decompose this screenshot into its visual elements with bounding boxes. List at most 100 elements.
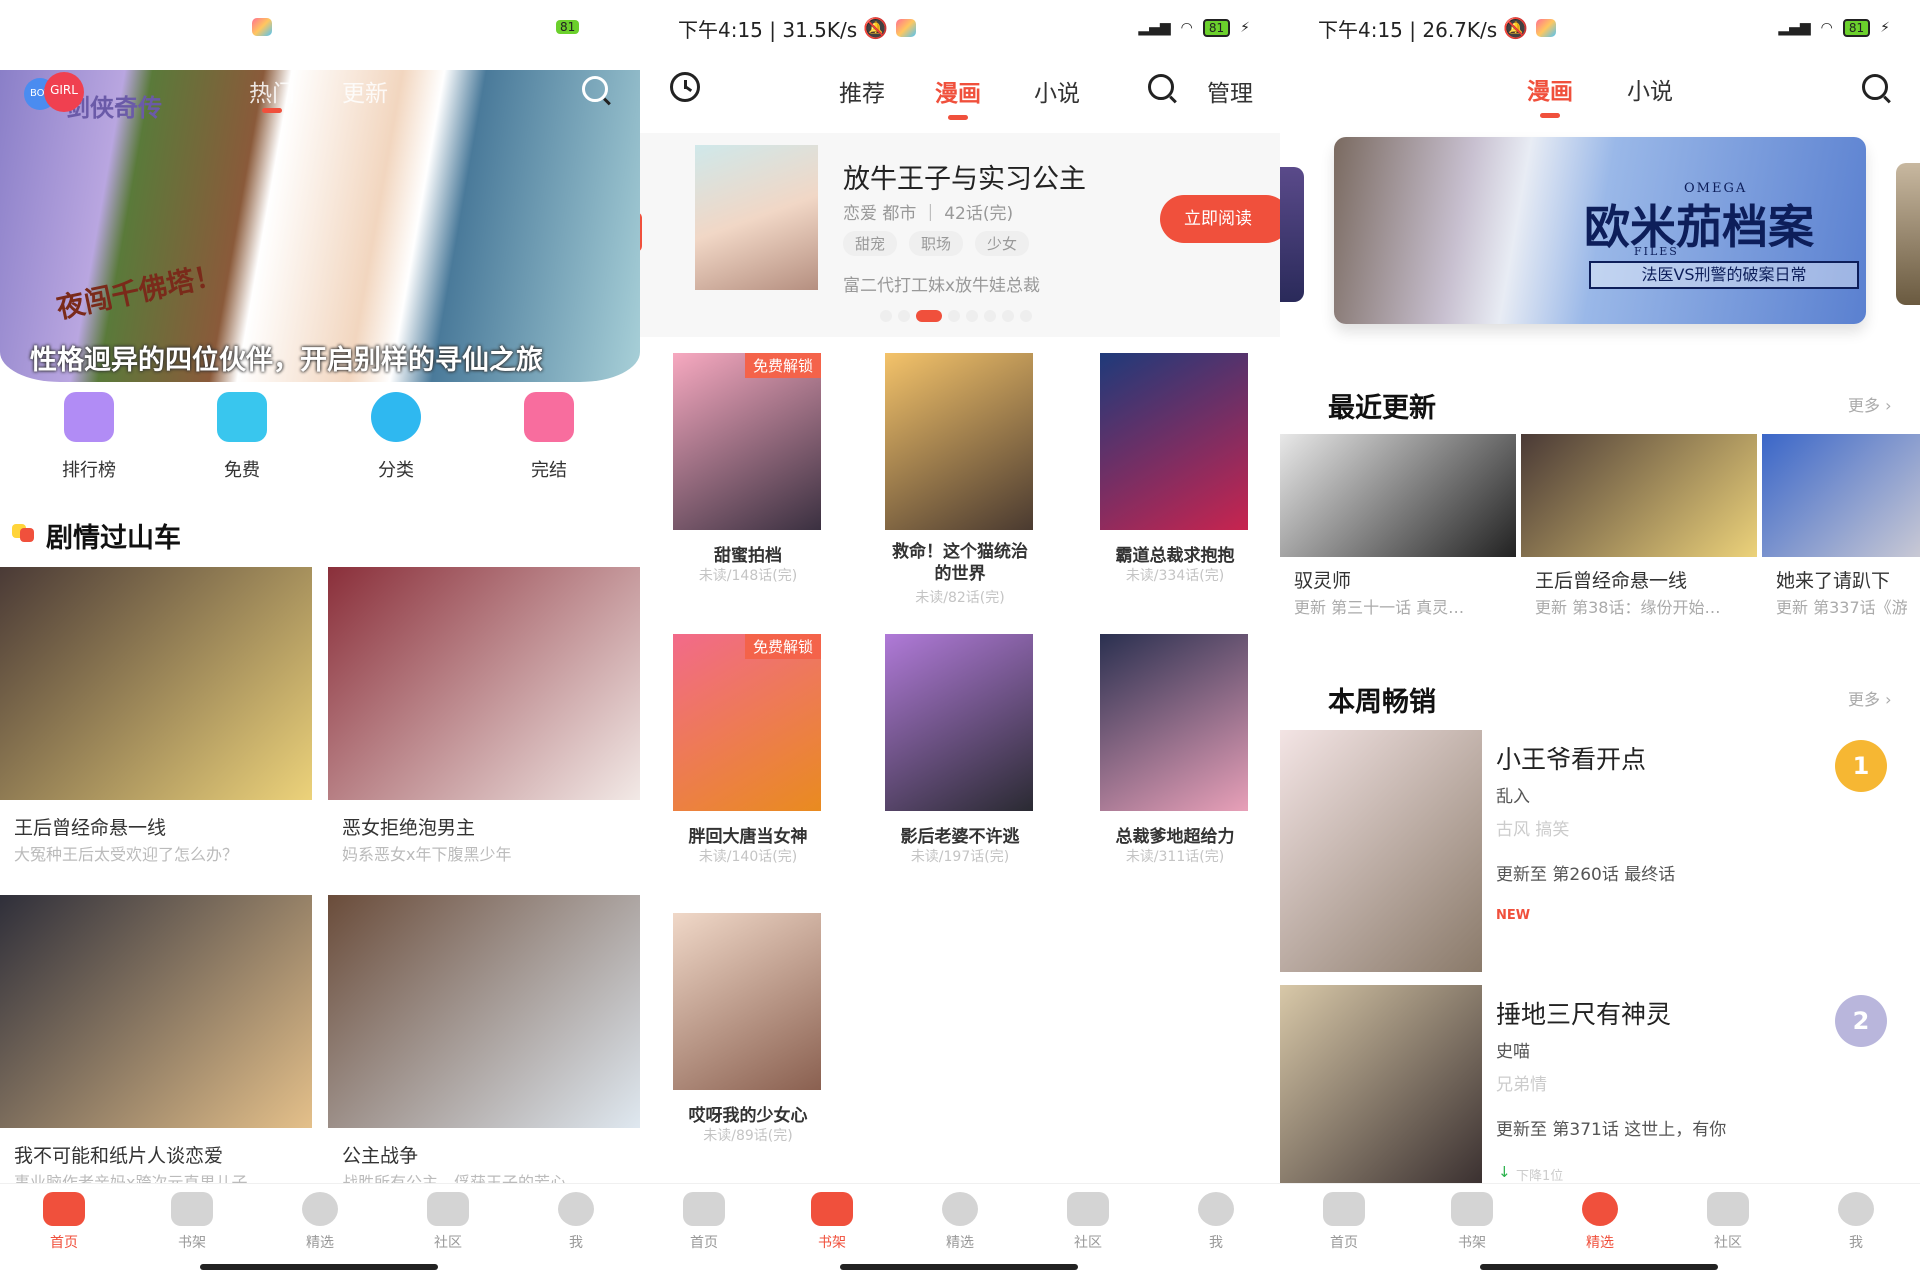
- planet-icon: [302, 1192, 338, 1226]
- bookshelf-icon: [811, 1192, 853, 1226]
- nav-label: 社区: [1714, 1235, 1742, 1251]
- featured-tag[interactable]: 甜宠: [843, 231, 898, 256]
- shelf-item[interactable]: 救命！这个猫统治的世界 未读/82话(完): [875, 353, 1045, 613]
- story-card[interactable]: 我不可能和纸片人谈恋爱事业脑作者亲妈x跨次元直男儿子: [0, 895, 312, 1192]
- story-cover[interactable]: [328, 567, 640, 800]
- nav-item-planet[interactable]: 精选: [1560, 1192, 1640, 1252]
- carousel-dot[interactable]: [1002, 310, 1014, 322]
- bestseller-cover[interactable]: [1280, 730, 1482, 972]
- girl-badge[interactable]: GIRL: [44, 72, 84, 112]
- nav-item-bookshelf[interactable]: 书架: [792, 1192, 872, 1252]
- tab-comics[interactable]: 漫画: [1527, 72, 1573, 118]
- home-indicator[interactable]: [200, 1264, 438, 1270]
- nav-item-cat-face[interactable]: 我: [1816, 1192, 1896, 1252]
- shelf-cover[interactable]: [1100, 634, 1248, 811]
- recent-card[interactable]: 驭灵师 更新 第三十一话 真灵…: [1280, 434, 1516, 624]
- home-star-icon: [683, 1192, 725, 1226]
- shelf-item[interactable]: 霸道总裁求抱抱 未读/334话(完): [1090, 353, 1260, 613]
- carousel-dot[interactable]: [898, 310, 910, 322]
- recent-cover[interactable]: [1280, 434, 1516, 557]
- quick-link-0[interactable]: 排行榜: [44, 392, 134, 487]
- search-icon[interactable]: [582, 76, 608, 102]
- nav-item-chat-bubble[interactable]: 社区: [1688, 1192, 1768, 1252]
- home-indicator[interactable]: [1480, 1264, 1718, 1270]
- shelf-cover[interactable]: [885, 353, 1033, 530]
- home-indicator[interactable]: [840, 1264, 1078, 1270]
- history-clock-icon[interactable]: [670, 72, 700, 102]
- story-card[interactable]: 公主战争战胜所有公主，俘获王子的芳心: [328, 895, 640, 1192]
- recent-card[interactable]: 她来了请趴下 更新 第337话《游: [1762, 434, 1920, 624]
- story-title: 王后曾经命悬一线: [14, 817, 167, 839]
- nav-label: 书架: [818, 1235, 846, 1251]
- carousel-dot[interactable]: [948, 310, 960, 322]
- shelf-cover[interactable]: [1100, 353, 1248, 530]
- shelf-item[interactable]: 影后老婆不许逃 未读/197话(完): [875, 634, 1045, 894]
- banner-peek-left[interactable]: [1280, 167, 1304, 302]
- carousel-dot[interactable]: [984, 310, 996, 322]
- nav-item-chat-bubble[interactable]: 社区: [1048, 1192, 1128, 1252]
- quick-link-label: 分类: [378, 460, 414, 481]
- nav-item-cat-face[interactable]: 我: [536, 1192, 616, 1252]
- nav-item-home-star[interactable]: 首页: [664, 1192, 744, 1252]
- banner-peek-right[interactable]: [1896, 163, 1920, 305]
- shelf-item[interactable]: 总裁爹地超给力 未读/311话(完): [1090, 634, 1260, 894]
- manage-button[interactable]: 管理: [1207, 74, 1253, 108]
- home-star-icon: [43, 1192, 85, 1226]
- shelf-item[interactable]: 哎呀我的少女心 未读/89话(完): [663, 913, 833, 1173]
- recent-cover[interactable]: [1521, 434, 1757, 557]
- shelf-cover[interactable]: 免费解锁: [673, 353, 821, 530]
- bestseller-item[interactable]: 捶地三尺有神灵 史喵 兄弟情 更新至 第371话 这世上，有你 ↓ 下降1位 2: [1280, 985, 1920, 1185]
- story-cover[interactable]: [0, 567, 312, 800]
- carousel-dot[interactable]: [916, 310, 942, 322]
- hero-banner[interactable]: 剑侠奇传 夜闯千佛塔！ 性格迥异的四位伙伴，开启别样的寻仙之旅: [0, 70, 640, 382]
- shelf-item[interactable]: 免费解锁 甜蜜拍档 未读/148话(完): [663, 353, 833, 613]
- featured-cover[interactable]: [695, 145, 818, 290]
- tab-comics[interactable]: 漫画: [935, 74, 981, 120]
- bestseller-item[interactable]: 小王爷看开点 乱入 古风 搞笑 更新至 第260话 最终话 NEW 1: [1280, 730, 1920, 975]
- nav-item-bookshelf[interactable]: 书架: [152, 1192, 232, 1252]
- shelf-cover[interactable]: 免费解锁: [673, 634, 821, 811]
- status-bar: 81: [0, 14, 640, 42]
- recent-cover[interactable]: [1762, 434, 1920, 557]
- shelf-cover[interactable]: [673, 913, 821, 1090]
- story-cover[interactable]: [328, 895, 640, 1128]
- featured-tag[interactable]: 少女: [975, 231, 1030, 256]
- carousel-dot[interactable]: [1020, 310, 1032, 322]
- promo-banner[interactable]: OMEGA 欧米茄档案 FILES 法医VS刑警的破案日常: [1334, 137, 1866, 324]
- quick-link-2[interactable]: 分类: [351, 392, 441, 487]
- charging-icon: ⚡: [1880, 20, 1890, 36]
- bestseller-cover[interactable]: [1280, 985, 1482, 1185]
- nav-item-chat-bubble[interactable]: 社区: [408, 1192, 488, 1252]
- recent-more-link[interactable]: 更多 ›: [1848, 392, 1892, 416]
- featured-card[interactable]: 放牛王子与实习公主 恋爱 都市 ｜ 42话(完) 甜宠 职场 少女 富二代打工妹x放…: [640, 133, 1280, 337]
- gender-switch[interactable]: BOY GIRL: [24, 72, 94, 112]
- story-card[interactable]: 王后曾经命悬一线 大冤种王后太受欢迎了怎么办？: [0, 567, 312, 864]
- nav-item-planet[interactable]: 精选: [920, 1192, 1000, 1252]
- tab-recommend[interactable]: 推荐: [839, 74, 885, 108]
- bestseller-more-link[interactable]: 更多 ›: [1848, 686, 1892, 710]
- carousel-dots[interactable]: [880, 310, 1032, 322]
- story-card[interactable]: 恶女拒绝泡男主 妈系恶女x年下腹黑少年: [328, 567, 640, 864]
- tab-hot[interactable]: 热门: [249, 74, 295, 108]
- tab-update[interactable]: 更新: [342, 74, 388, 108]
- tab-novels[interactable]: 小说: [1034, 74, 1080, 108]
- read-now-button[interactable]: 立即阅读: [1160, 195, 1280, 243]
- recent-card[interactable]: 王后曾经命悬一线 更新 第38话：缘份开始…: [1521, 434, 1757, 624]
- shelf-cover[interactable]: [885, 634, 1033, 811]
- search-icon[interactable]: [1148, 74, 1174, 100]
- nav-item-home-star[interactable]: 首页: [1304, 1192, 1384, 1252]
- bookshelf-icon: [171, 1192, 213, 1226]
- shelf-item[interactable]: 免费解锁 胖回大唐当女神 未读/140话(完): [663, 634, 833, 894]
- featured-tag[interactable]: 职场: [909, 231, 964, 256]
- nav-item-planet[interactable]: 精选: [280, 1192, 360, 1252]
- quick-link-1[interactable]: 免费: [197, 392, 287, 487]
- quick-link-3[interactable]: 完结: [504, 392, 594, 487]
- tab-novels[interactable]: 小说: [1627, 72, 1673, 106]
- story-cover[interactable]: [0, 895, 312, 1128]
- search-icon[interactable]: [1862, 74, 1888, 100]
- nav-item-cat-face[interactable]: 我: [1176, 1192, 1256, 1252]
- carousel-dot[interactable]: [966, 310, 978, 322]
- nav-item-home-star[interactable]: 首页: [24, 1192, 104, 1252]
- carousel-dot[interactable]: [880, 310, 892, 322]
- nav-item-bookshelf[interactable]: 书架: [1432, 1192, 1512, 1252]
